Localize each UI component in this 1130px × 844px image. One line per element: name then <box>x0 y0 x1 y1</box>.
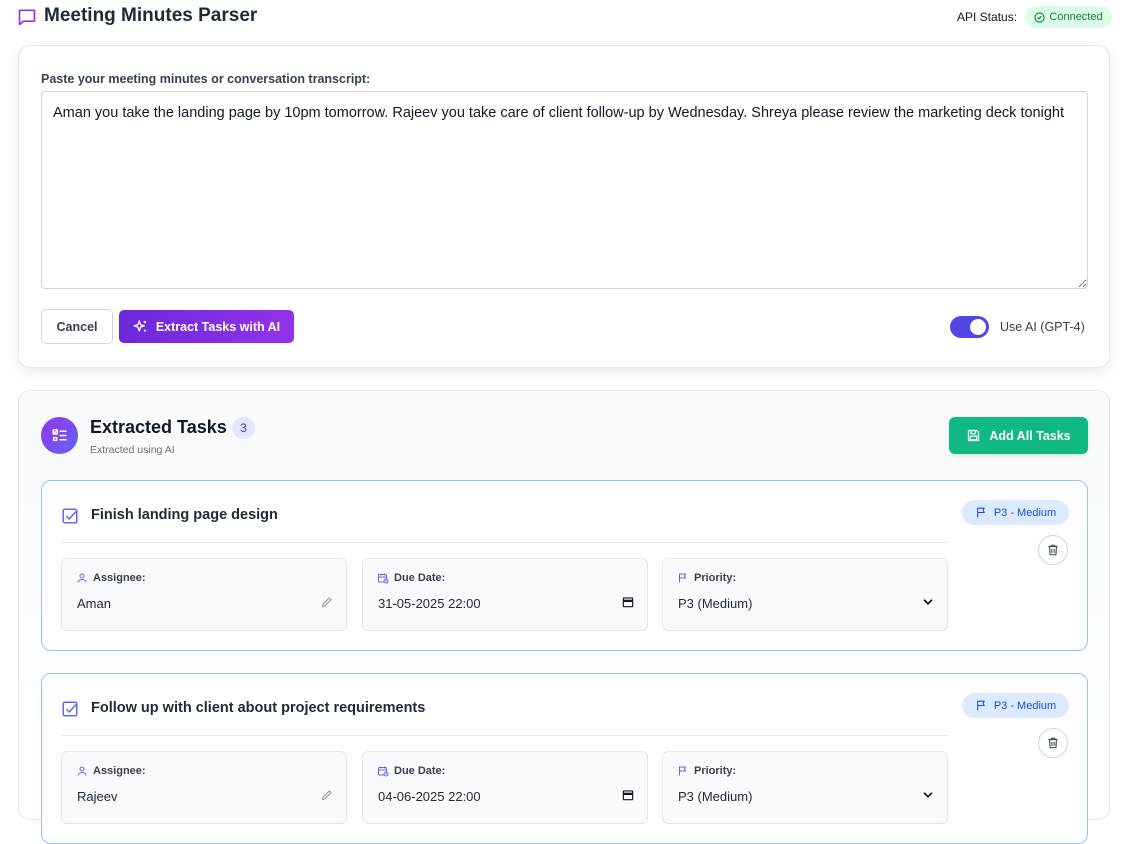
priority-badge: P3 - Medium <box>962 500 1069 525</box>
toggle-knob <box>970 319 986 335</box>
chevron-down-icon[interactable] <box>921 595 935 609</box>
api-status-text: Connected <box>1049 11 1103 23</box>
extracted-tasks-panel: Extracted Tasks 3 Extracted using AI Add… <box>18 390 1110 844</box>
task-list-icon <box>41 417 78 454</box>
due-date-label: Due Date: <box>377 765 445 777</box>
due-date-value[interactable]: 31-05-2025 22:00 <box>378 596 481 611</box>
extract-tasks-button[interactable]: Extract Tasks with AI <box>119 310 294 343</box>
tasks-count-badge: 3 <box>232 417 255 439</box>
delete-task-button[interactable] <box>1038 535 1068 565</box>
task-divider <box>61 735 948 736</box>
due-date-label-text: Due Date: <box>394 765 446 777</box>
tasks-subtitle: Extracted using AI <box>90 444 175 456</box>
transcript-card: Paste your meeting minutes or conversati… <box>18 45 1110 368</box>
trash-icon <box>1048 737 1058 749</box>
flag-icon <box>679 573 686 583</box>
due-date-value[interactable]: 04-06-2025 22:00 <box>378 789 481 804</box>
calendar-icon[interactable] <box>621 788 635 802</box>
due-date-label: Due Date: <box>377 572 445 584</box>
use-ai-label: Use AI (GPT-4) <box>1000 320 1085 334</box>
extract-button-label: Extract Tasks with AI <box>155 319 281 334</box>
due-date-field[interactable]: Due Date: 04-06-2025 22:00 <box>362 751 648 824</box>
assignee-label-text: Assignee: <box>93 572 146 584</box>
pencil-icon[interactable] <box>320 788 334 802</box>
check-circle-icon <box>1034 11 1046 23</box>
priority-select[interactable]: P3 (Medium) <box>678 789 752 804</box>
add-all-tasks-button[interactable]: Add All Tasks <box>949 417 1088 454</box>
task-title: Finish landing page design <box>91 507 278 523</box>
calendar-clock-icon <box>378 573 389 584</box>
priority-label-text: Priority: <box>694 765 737 777</box>
sparkles-icon <box>133 320 146 332</box>
chevron-down-icon[interactable] <box>921 788 935 802</box>
user-icon <box>77 573 87 583</box>
assignee-field[interactable]: Assignee: Rajeev <box>61 751 347 824</box>
priority-label-text: Priority: <box>694 572 737 584</box>
transcript-textarea[interactable]: Aman you take the landing page by 10pm t… <box>41 91 1088 289</box>
priority-field[interactable]: Priority: P3 (Medium) <box>662 751 948 824</box>
trash-icon <box>1048 544 1058 556</box>
use-ai-toggle[interactable] <box>950 316 989 338</box>
checkbox-icon[interactable] <box>61 700 79 718</box>
assignee-label-text: Assignee: <box>93 765 146 777</box>
priority-field[interactable]: Priority: P3 (Medium) <box>662 558 948 631</box>
chat-bubble-icon <box>18 9 36 26</box>
checkbox-icon[interactable] <box>61 507 79 525</box>
priority-badge-text: P3 - Medium <box>993 699 1057 712</box>
assignee-field[interactable]: Assignee: Aman <box>61 558 347 631</box>
flag-icon <box>976 507 985 518</box>
task-card: Finish landing page design P3 - Medium A… <box>41 480 1088 651</box>
priority-select[interactable]: P3 (Medium) <box>678 596 752 611</box>
priority-label: Priority: <box>677 765 736 777</box>
assignee-value[interactable]: Rajeev <box>77 789 117 804</box>
tasks-title: Extracted Tasks <box>90 417 227 437</box>
due-date-label-text: Due Date: <box>394 572 446 584</box>
calendar-icon[interactable] <box>621 595 635 609</box>
transcript-label: Paste your meeting minutes or conversati… <box>41 72 371 86</box>
due-date-field[interactable]: Due Date: 31-05-2025 22:00 <box>362 558 648 631</box>
user-icon <box>77 766 87 776</box>
task-title: Follow up with client about project requ… <box>91 700 426 716</box>
api-status-label: API Status: <box>957 10 1018 24</box>
save-icon <box>968 429 980 442</box>
flag-icon <box>976 700 985 711</box>
task-divider <box>61 542 948 543</box>
page-title: Meeting Minutes Parser <box>44 5 258 26</box>
api-status-badge: Connected <box>1025 6 1112 28</box>
priority-label: Priority: <box>677 572 736 584</box>
flag-icon <box>679 766 686 776</box>
cancel-button[interactable]: Cancel <box>41 309 113 344</box>
assignee-label: Assignee: <box>76 765 146 777</box>
priority-badge-text: P3 - Medium <box>993 506 1057 519</box>
add-all-label: Add All Tasks <box>989 428 1071 443</box>
delete-task-button[interactable] <box>1038 728 1068 758</box>
pencil-icon[interactable] <box>320 595 334 609</box>
assignee-label: Assignee: <box>76 572 146 584</box>
calendar-clock-icon <box>378 766 389 777</box>
priority-badge: P3 - Medium <box>962 693 1069 718</box>
app-header: Meeting Minutes Parser API Status: Conne… <box>0 0 1130 38</box>
task-card: Follow up with client about project requ… <box>41 673 1088 844</box>
assignee-value[interactable]: Aman <box>77 596 111 611</box>
